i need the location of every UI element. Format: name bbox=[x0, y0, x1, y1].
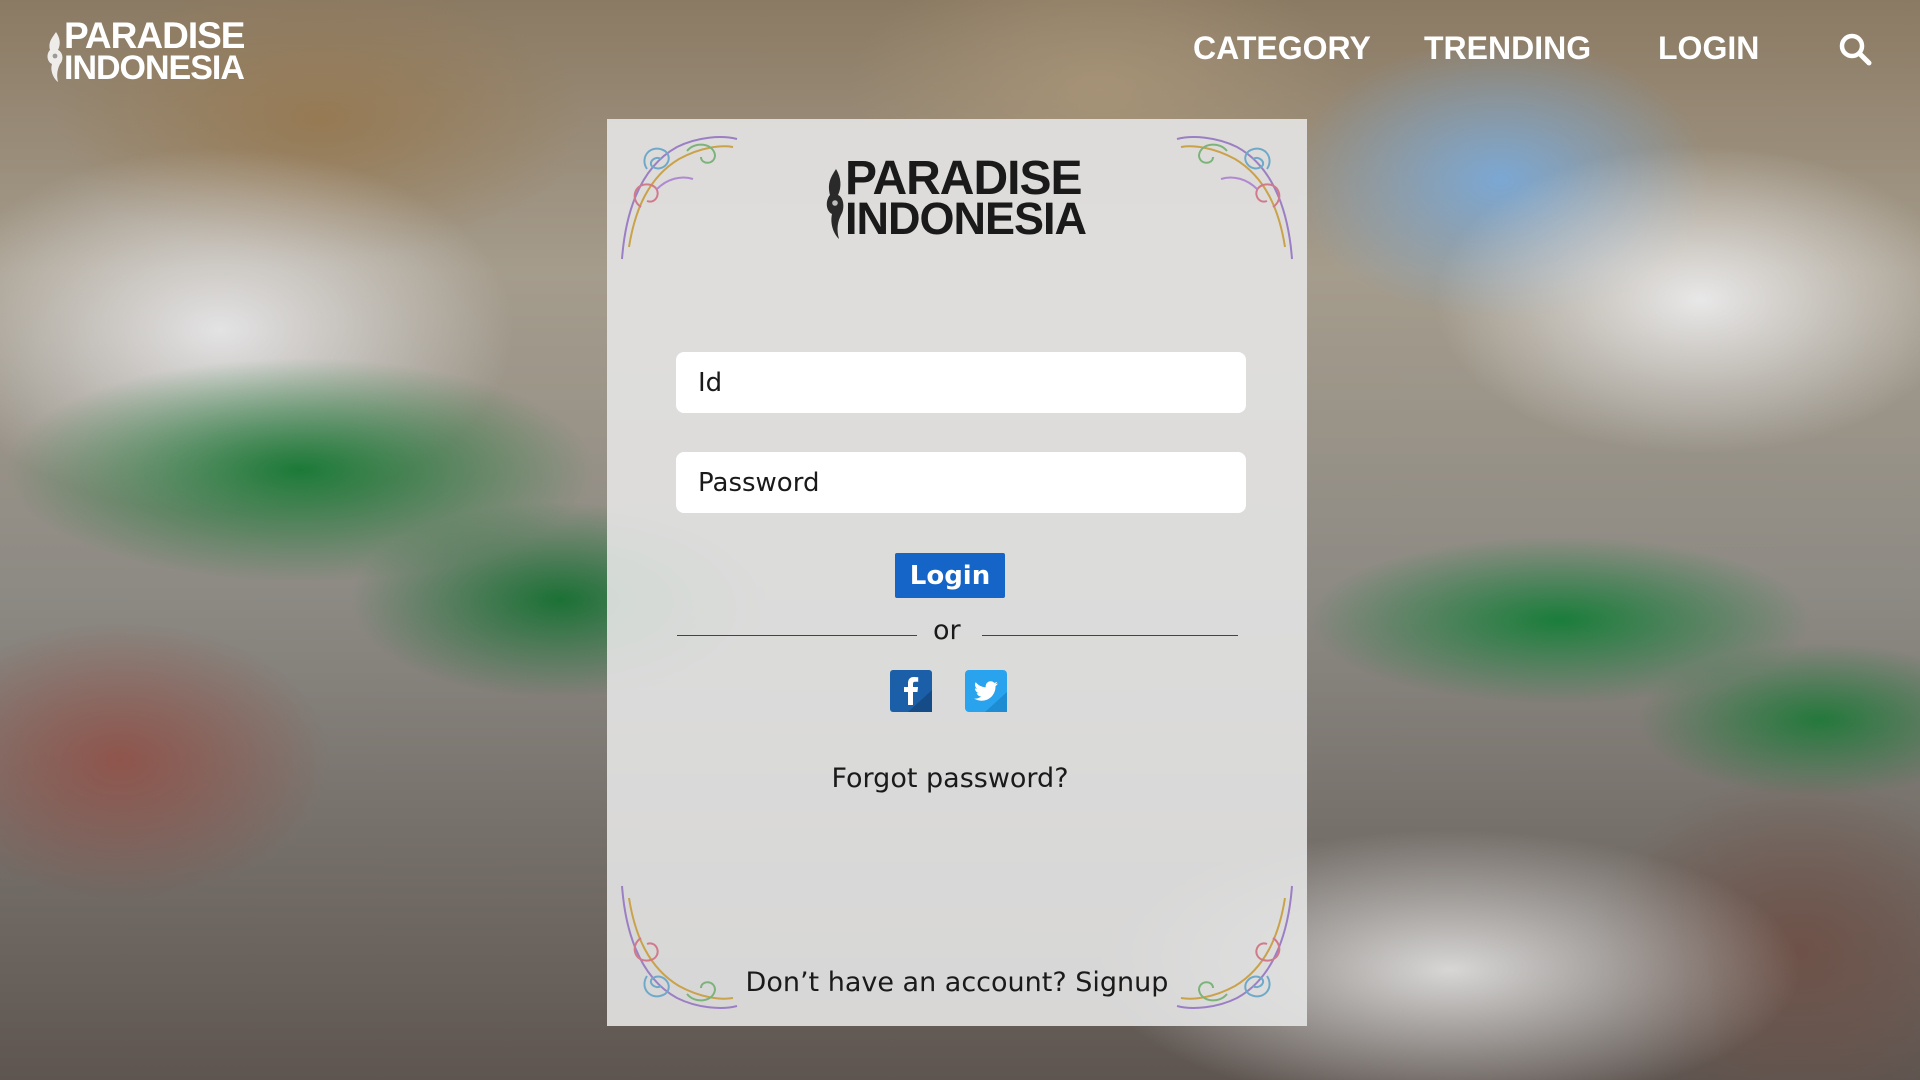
nav-trending[interactable]: TRENDING bbox=[1424, 30, 1591, 67]
twitter-icon bbox=[965, 670, 1007, 712]
card-logo: PARADISE INDONESIA bbox=[823, 153, 1093, 243]
wayang-logo-icon bbox=[826, 169, 844, 239]
signup-prompt: Don’t have an account? bbox=[745, 967, 1067, 998]
password-input[interactable] bbox=[676, 452, 1246, 513]
login-button[interactable]: Login bbox=[895, 553, 1005, 598]
wayang-logo-icon bbox=[47, 32, 63, 82]
divider-line-left bbox=[677, 635, 917, 636]
login-card: PARADISE INDONESIA Login or Forgot passw… bbox=[607, 119, 1307, 1026]
search-button[interactable] bbox=[1838, 32, 1872, 66]
card-logo-line-2: INDONESIA bbox=[845, 193, 1087, 244]
ornament-corner-top-left bbox=[621, 136, 738, 260]
forgot-password-link[interactable]: Forgot password? bbox=[607, 763, 1293, 794]
divider-or-text: or bbox=[933, 615, 961, 646]
logo-line-2: INDONESIA bbox=[64, 49, 245, 87]
facebook-login-button[interactable] bbox=[890, 670, 932, 712]
id-input[interactable] bbox=[676, 352, 1246, 413]
ornament-corner-top-right bbox=[1176, 136, 1293, 260]
twitter-login-button[interactable] bbox=[965, 670, 1007, 712]
divider-line-right bbox=[982, 635, 1238, 636]
nav-category[interactable]: CATEGORY bbox=[1193, 30, 1371, 67]
signup-link[interactable]: Signup bbox=[1075, 967, 1168, 998]
search-icon bbox=[1839, 33, 1872, 66]
site-logo[interactable]: PARADISE INDONESIA bbox=[44, 16, 264, 86]
signup-row: Don’t have an account? Signup bbox=[607, 967, 1307, 998]
top-navigation: PARADISE INDONESIA CATEGORY TRENDING LOG… bbox=[0, 0, 1920, 100]
nav-login[interactable]: LOGIN bbox=[1658, 30, 1759, 67]
facebook-icon bbox=[890, 670, 932, 712]
